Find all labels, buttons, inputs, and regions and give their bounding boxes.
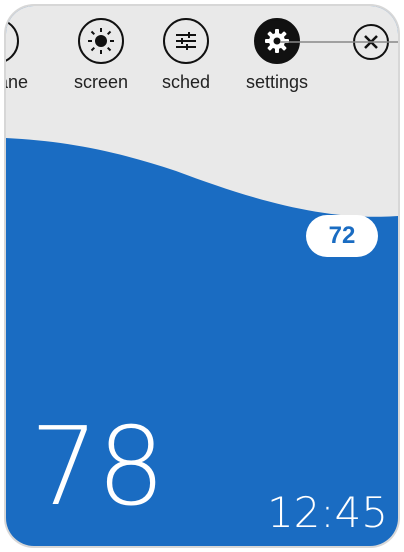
- current-temperature: 78: [30, 405, 165, 530]
- arrow-up-right-icon: [6, 18, 19, 64]
- toolbar-label: settings: [245, 72, 309, 92]
- clock-time: 12:45: [266, 488, 388, 537]
- toolbar-label: ane: [6, 72, 29, 92]
- toolbar-label: sched: [161, 72, 211, 92]
- toolbar-item-settings[interactable]: settings: [232, 18, 322, 93]
- brightness-icon: [78, 18, 124, 64]
- sliders-icon: [163, 18, 209, 64]
- toolbar: ane: [6, 18, 398, 118]
- setpoint-badge[interactable]: 72: [306, 215, 378, 257]
- setpoint-value: 72: [328, 222, 356, 249]
- toolbar-item-close[interactable]: [326, 18, 398, 60]
- toolbar-item-sched[interactable]: sched: [141, 18, 231, 93]
- settings-indicator-line: [280, 41, 398, 43]
- toolbar-item-lane[interactable]: ane: [6, 18, 41, 93]
- thermostat-screen: ane: [6, 6, 398, 546]
- toolbar-label: screen: [73, 72, 129, 92]
- thermostat-device: ane: [0, 0, 404, 552]
- toolbar-item-screen[interactable]: screen: [56, 18, 146, 93]
